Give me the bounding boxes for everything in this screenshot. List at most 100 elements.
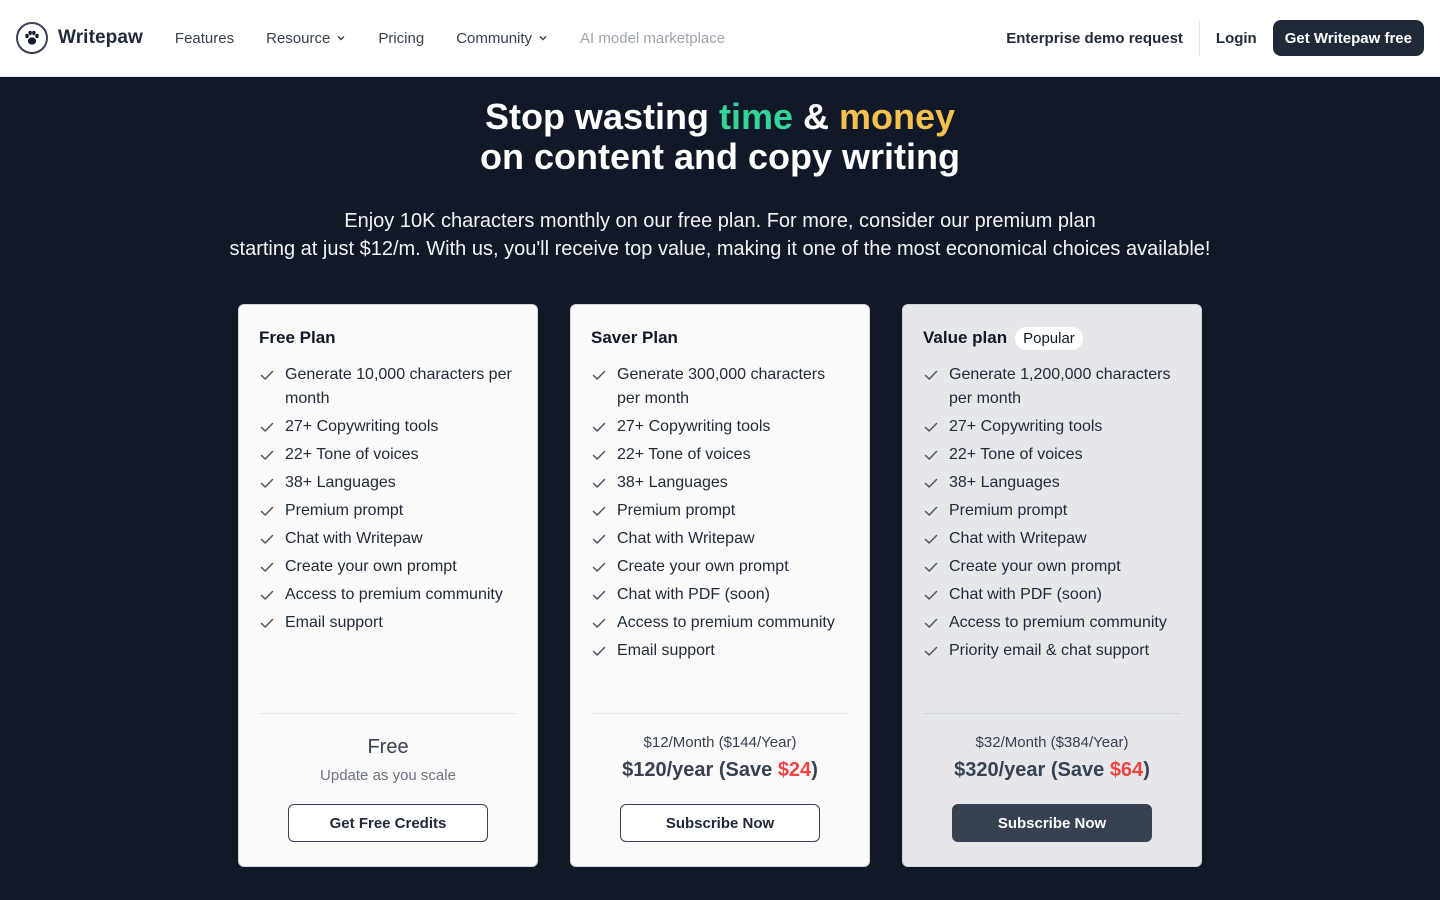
plan-title: Free Plan xyxy=(259,325,517,351)
plan-footer: Free Update as you scale Get Free Credit… xyxy=(259,713,517,842)
plan-yearly-price: $320/year (Save $64) xyxy=(923,759,1181,782)
feature-item: Create your own prompt xyxy=(259,555,517,579)
check-icon xyxy=(924,506,938,516)
feature-item: Generate 300,000 characters per month xyxy=(591,363,849,411)
feature-text: 22+ Tone of voices xyxy=(285,446,419,463)
feature-text: Generate 10,000 characters per month xyxy=(285,366,512,407)
check-icon xyxy=(260,370,274,380)
feature-item: Chat with PDF (soon) xyxy=(591,583,849,607)
nav-features[interactable]: Features xyxy=(159,30,250,47)
subscribe-saver-button[interactable]: Subscribe Now xyxy=(620,804,820,842)
feature-text: Premium prompt xyxy=(285,502,404,519)
feature-item: Chat with Writepaw xyxy=(591,527,849,551)
feature-item: 38+ Languages xyxy=(591,471,849,495)
feature-item: Email support xyxy=(259,611,517,635)
plan-title-text: Free Plan xyxy=(259,328,336,347)
feature-item: Premium prompt xyxy=(259,499,517,523)
feature-text: 38+ Languages xyxy=(617,474,728,491)
pricing-cards: Free Plan Generate 10,000 characters per… xyxy=(238,304,1202,867)
nav-resource[interactable]: Resource xyxy=(250,30,362,47)
feature-text: Create your own prompt xyxy=(285,558,457,575)
feature-item: Access to premium community xyxy=(591,611,849,635)
check-icon xyxy=(924,534,938,544)
feature-text: Generate 300,000 characters per month xyxy=(617,366,826,407)
feature-text: Create your own prompt xyxy=(949,558,1121,575)
check-icon xyxy=(260,506,274,516)
nav-resource-label: Resource xyxy=(266,29,331,47)
feature-item: 22+ Tone of voices xyxy=(923,443,1181,467)
get-free-credits-button[interactable]: Get Free Credits xyxy=(288,804,488,842)
feature-item: Priority email & chat support xyxy=(923,639,1181,663)
subtitle-line-2: starting at just $12/m. With us, you'll … xyxy=(229,238,1211,260)
feature-text: 38+ Languages xyxy=(285,474,396,491)
hero-section: Stop wasting time & money on content and… xyxy=(0,77,1440,263)
plan-footer: $12/Month ($144/Year) $120/year (Save $2… xyxy=(591,713,849,842)
plan-card-value: Value plan Popular Generate 1,200,000 ch… xyxy=(902,304,1202,867)
feature-text: 27+ Copywriting tools xyxy=(949,418,1103,435)
plan-title-text: Value plan xyxy=(923,328,1008,347)
headline-time: time xyxy=(718,96,793,137)
hero-headline: Stop wasting time & money on content and… xyxy=(0,97,1440,177)
feature-text: Email support xyxy=(617,642,715,659)
feature-item: Chat with Writepaw xyxy=(923,527,1181,551)
check-icon xyxy=(592,646,606,656)
feature-item: Generate 10,000 characters per month xyxy=(259,363,517,411)
check-icon xyxy=(924,646,938,656)
feature-text: Premium prompt xyxy=(617,502,736,519)
yearly-price-text: $320/year (Save xyxy=(954,759,1110,781)
login-link[interactable]: Login xyxy=(1200,30,1273,47)
enterprise-demo-link[interactable]: Enterprise demo request xyxy=(990,30,1199,47)
headline-text: Stop wasting xyxy=(484,96,719,137)
brand[interactable]: Writepaw xyxy=(16,22,143,54)
feature-item: Create your own prompt xyxy=(591,555,849,579)
feature-text: Chat with PDF (soon) xyxy=(617,586,770,603)
plan-footer: $32/Month ($384/Year) $320/year (Save $6… xyxy=(923,713,1181,842)
get-writepaw-free-button[interactable]: Get Writepaw free xyxy=(1272,20,1424,56)
check-icon xyxy=(924,422,938,432)
headline-line-2: on content and copy writing xyxy=(480,136,960,177)
header-actions: Enterprise demo request Login Get Writep… xyxy=(990,20,1424,56)
feature-text: Chat with Writepaw xyxy=(285,530,423,547)
plan-title: Saver Plan xyxy=(591,325,849,351)
nav-community-label: Community xyxy=(456,29,533,47)
check-icon xyxy=(260,478,274,488)
feature-item: Chat with Writepaw xyxy=(259,527,517,551)
check-icon xyxy=(924,562,938,572)
feature-text: Access to premium community xyxy=(285,586,503,603)
check-icon xyxy=(260,450,274,460)
feature-item: Email support xyxy=(591,639,849,663)
feature-item: 38+ Languages xyxy=(923,471,1181,495)
feature-text: Chat with Writepaw xyxy=(617,530,755,547)
feature-text: Priority email & chat support xyxy=(949,642,1150,659)
feature-item: 27+ Copywriting tools xyxy=(923,415,1181,439)
nav-community[interactable]: Community xyxy=(440,30,564,47)
feature-item: 22+ Tone of voices xyxy=(591,443,849,467)
check-icon xyxy=(592,590,606,600)
nav-pricing-label: Pricing xyxy=(378,29,425,47)
yearly-price-text: $120/year (Save xyxy=(622,759,778,781)
yearly-price-close: ) xyxy=(1143,759,1150,781)
yearly-price-close: ) xyxy=(811,759,818,781)
check-icon xyxy=(924,370,938,380)
nav-pricing[interactable]: Pricing xyxy=(362,30,440,47)
nav-features-label: Features xyxy=(174,29,235,47)
feature-text: Access to premium community xyxy=(617,614,835,631)
subtitle-line-1: Enjoy 10K characters monthly on our free… xyxy=(344,210,1096,232)
check-icon xyxy=(924,450,938,460)
nav-ai-model-marketplace[interactable]: AI model marketplace xyxy=(564,30,741,47)
feature-list: Generate 300,000 characters per month 27+… xyxy=(591,363,849,663)
top-navigation-bar: Writepaw Features Resource Pricing Commu… xyxy=(0,0,1440,77)
check-icon xyxy=(260,422,274,432)
hero-subtitle: Enjoy 10K characters monthly on our free… xyxy=(0,207,1440,263)
savings-amount: $64 xyxy=(1109,759,1144,781)
feature-item: Generate 1,200,000 characters per month xyxy=(923,363,1181,411)
popular-badge: Popular xyxy=(1015,326,1083,350)
paw-logo-icon xyxy=(16,22,48,54)
check-icon xyxy=(592,450,606,460)
nav-ai-model-marketplace-label: AI model marketplace xyxy=(580,29,726,47)
subscribe-value-button[interactable]: Subscribe Now xyxy=(952,804,1152,842)
check-icon xyxy=(924,618,938,628)
feature-text: Access to premium community xyxy=(949,614,1167,631)
check-icon xyxy=(260,534,274,544)
plan-monthly-price: $32/Month ($384/Year) xyxy=(975,734,1129,751)
